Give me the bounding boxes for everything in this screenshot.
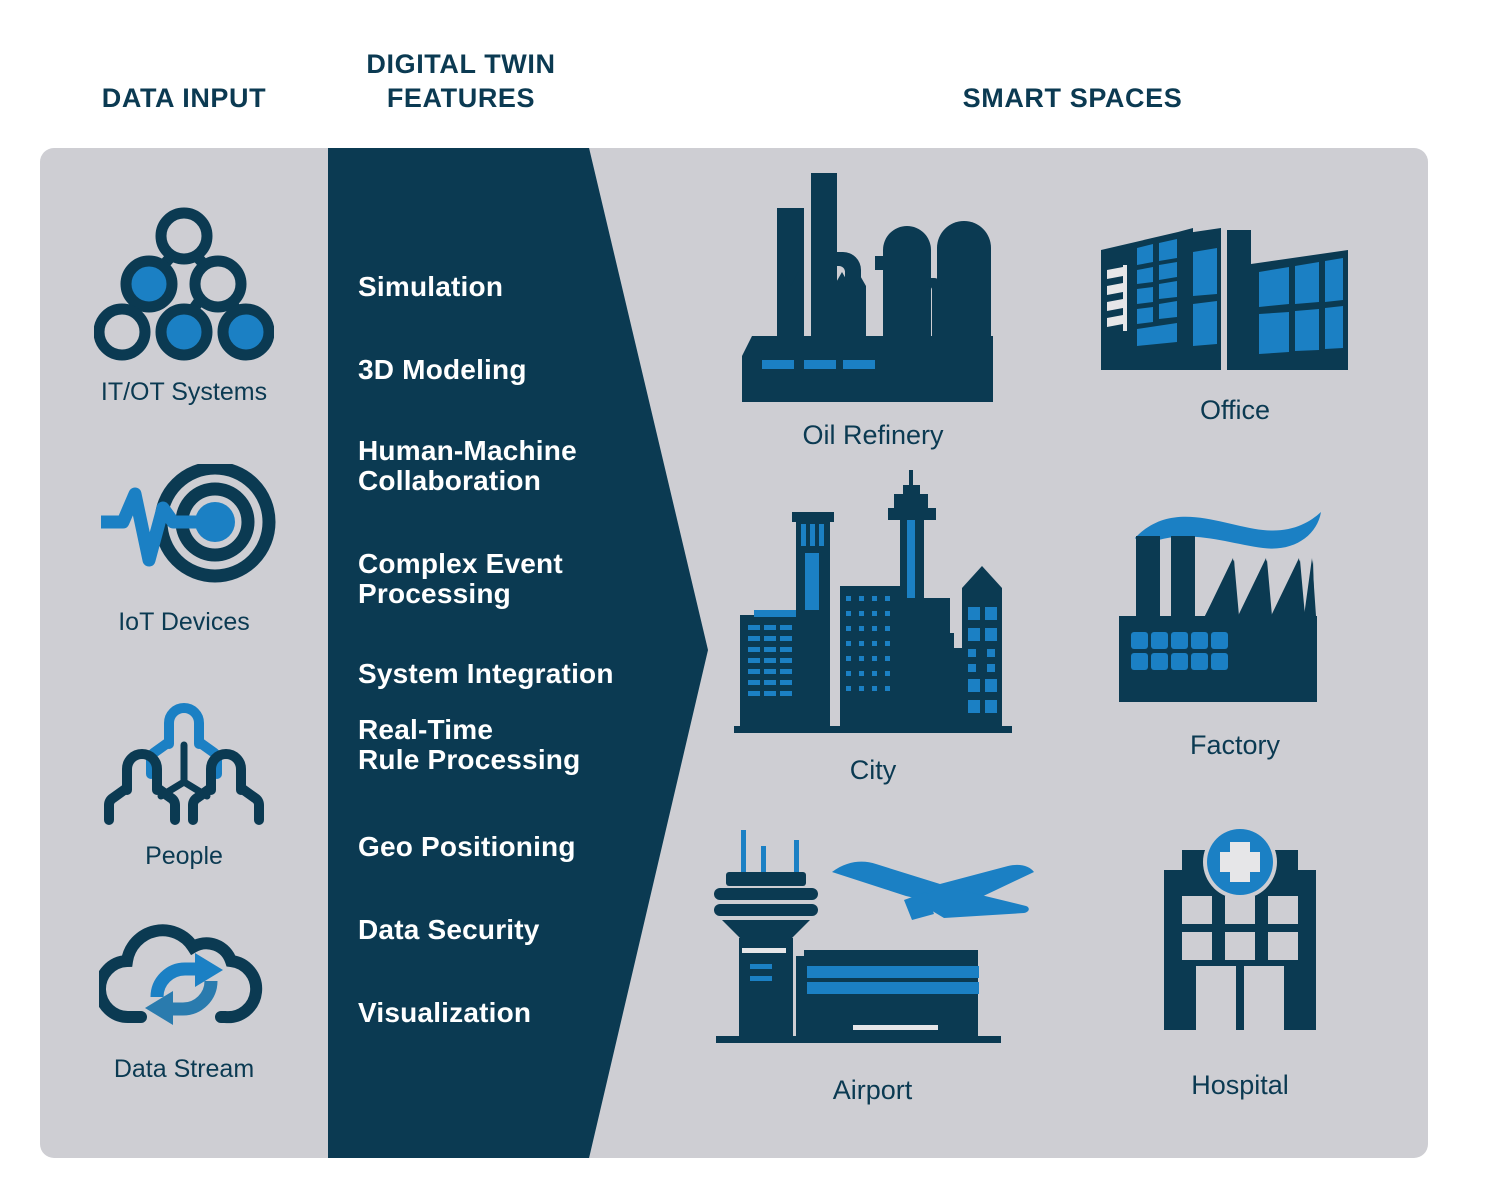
- smart-space-label: Office: [1199, 395, 1271, 425]
- smart-space-label: Oil Refinery: [802, 420, 944, 450]
- smart-space-item-airport[interactable]: Airport: [700, 820, 1045, 1106]
- city-skyline-icon: [728, 470, 1018, 750]
- feature-line: Geo Positioning: [358, 831, 576, 862]
- feature-line: Collaboration: [358, 465, 542, 497]
- smart-space-item-hospital[interactable]: Hospital: [1080, 820, 1400, 1101]
- feature-item-complex-event-processing[interactable]: Complex Event Processing: [358, 548, 678, 610]
- smart-space-item-oil-refinery[interactable]: Oil Refinery: [708, 160, 1038, 451]
- column-heading-data-input: DATA INPUT: [101, 83, 267, 113]
- oil-refinery-icon: [738, 160, 1008, 415]
- data-input-item-people[interactable]: People: [40, 690, 328, 871]
- smart-space-label: Hospital: [1191, 1070, 1289, 1100]
- feature-line: 3D Modeling: [358, 354, 527, 385]
- column-heading-smart-spaces: SMART SPACES: [962, 83, 1183, 113]
- smart-space-item-office[interactable]: Office: [1070, 210, 1400, 426]
- smart-space-item-city[interactable]: City: [708, 470, 1038, 786]
- network-tree-icon: [93, 206, 275, 371]
- office-building-icon: [1093, 210, 1378, 390]
- feature-line: System Integration: [358, 658, 614, 689]
- data-input-label: IT/OT Systems: [100, 378, 268, 406]
- data-input-item-iot-devices[interactable]: IoT Devices: [40, 461, 328, 637]
- column-heading-digital-twin-features: DIGITAL TWIN FEATURES: [330, 48, 592, 116]
- feature-line: Rule Processing: [358, 744, 581, 776]
- feature-item-human-machine-collaboration[interactable]: Human-Machine Collaboration: [358, 435, 678, 497]
- data-input-item-data-stream[interactable]: Data Stream: [40, 913, 328, 1084]
- people-group-icon: [99, 690, 269, 835]
- feature-line: Data Security: [358, 914, 540, 945]
- feature-line: Processing: [358, 578, 511, 610]
- cloud-sync-icon: [94, 913, 269, 1048]
- data-input-label: IoT Devices: [118, 608, 250, 636]
- heading-line-1: DIGITAL TWIN: [366, 49, 556, 79]
- airport-icon: [708, 820, 1038, 1070]
- smart-space-item-factory[interactable]: Factory: [1070, 490, 1400, 761]
- feature-item-visualization[interactable]: Visualization: [358, 997, 678, 1028]
- feature-item-real-time-rule-processing[interactable]: Real-Time Rule Processing: [358, 714, 678, 776]
- smart-space-label: Factory: [1189, 730, 1281, 760]
- factory-icon: [1113, 490, 1358, 725]
- feature-line: Visualization: [358, 997, 532, 1028]
- smart-spaces-grid: Oil Refinery Office City Factory Airport…: [700, 160, 1428, 1150]
- data-input-label: Data Stream: [113, 1055, 255, 1083]
- infographic-stage: DATA INPUT DIGITAL TWIN FEATURES SMART S…: [0, 0, 1486, 1200]
- digital-twin-features-list: Simulation 3D Modeling Human-Machine Col…: [358, 148, 688, 1158]
- feature-line: Human-Machine: [358, 435, 577, 466]
- feature-item-simulation[interactable]: Simulation: [358, 271, 678, 302]
- feature-item-data-security[interactable]: Data Security: [358, 914, 678, 945]
- heading-line-2: FEATURES: [386, 82, 536, 113]
- smart-space-label: City: [849, 755, 897, 785]
- feature-line: Real-Time: [358, 714, 494, 745]
- feature-item-system-integration[interactable]: System Integration: [358, 658, 678, 689]
- feature-line: Simulation: [358, 271, 504, 302]
- feature-item-3d-modeling[interactable]: 3D Modeling: [358, 354, 678, 385]
- data-input-label: People: [145, 842, 223, 870]
- hospital-icon: [1140, 820, 1340, 1065]
- pulse-target-icon: [91, 461, 277, 601]
- data-input-column: IT/OT Systems IoT Devices People Data St…: [40, 148, 328, 1158]
- feature-item-geo-positioning[interactable]: Geo Positioning: [358, 831, 678, 862]
- data-input-item-it-ot-systems[interactable]: IT/OT Systems: [40, 206, 328, 407]
- feature-line: Complex Event: [358, 548, 563, 579]
- smart-space-label: Airport: [832, 1075, 913, 1105]
